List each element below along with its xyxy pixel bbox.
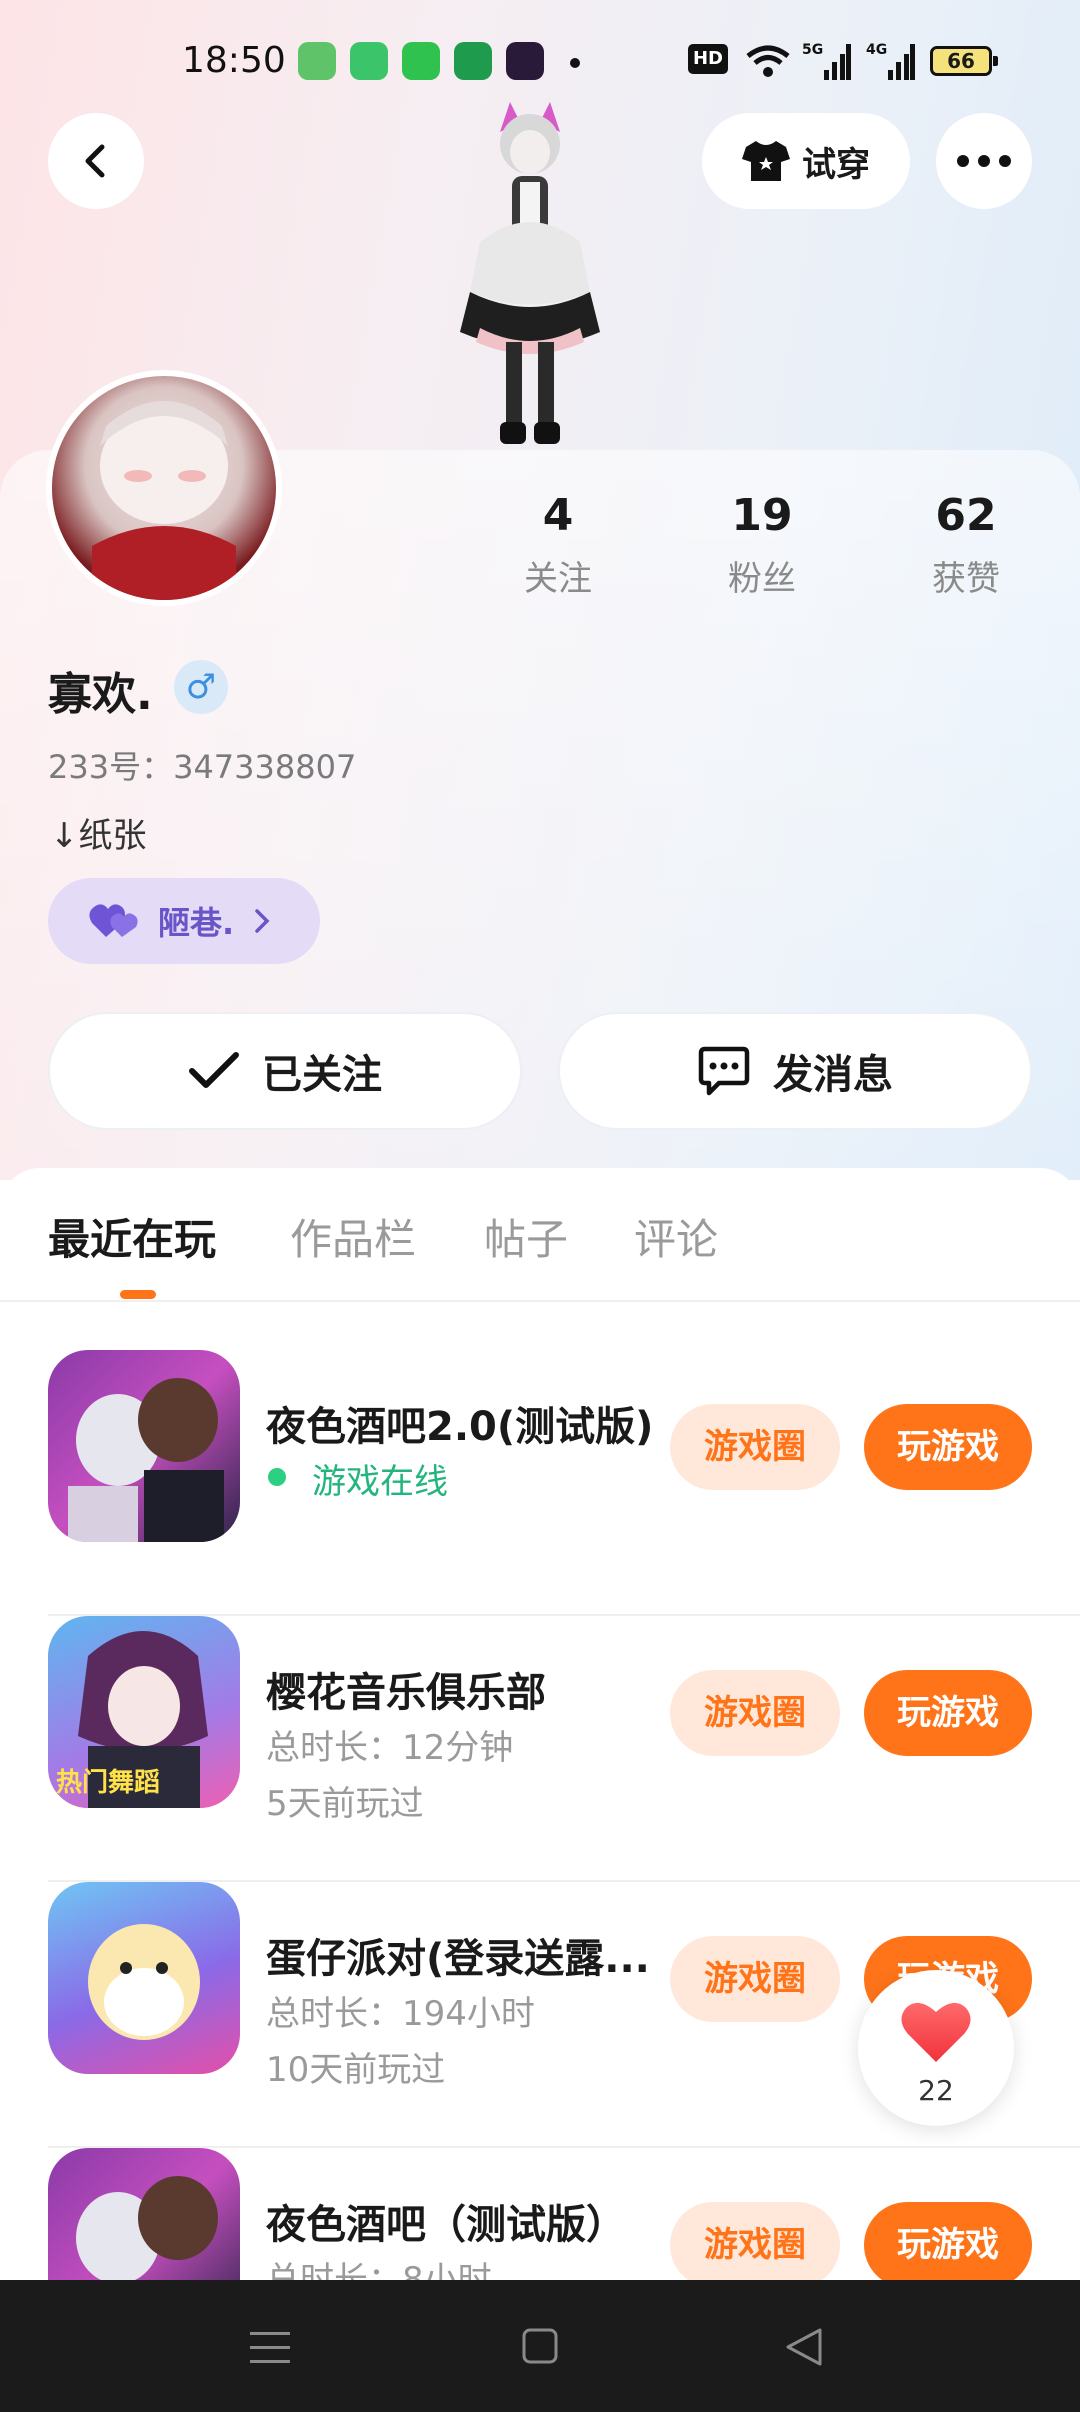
game-circle-button[interactable]: 游戏圈 bbox=[670, 1670, 840, 1756]
game-icon[interactable] bbox=[48, 1882, 240, 2074]
game-icon[interactable] bbox=[48, 1350, 240, 1542]
try-on-button[interactable]: 试穿 bbox=[702, 113, 910, 209]
avatar-illustration bbox=[92, 401, 236, 600]
followers-stat[interactable]: 19 粉丝 bbox=[682, 490, 842, 600]
profile-tabs: 最近在玩 作品栏 帖子 评论 bbox=[0, 1200, 1080, 1300]
likes-label: 获赞 bbox=[932, 559, 1000, 599]
following-stat[interactable]: 4 关注 bbox=[478, 490, 638, 600]
game-circle-button[interactable]: 游戏圈 bbox=[670, 1936, 840, 2022]
try-on-label: 试穿 bbox=[802, 144, 870, 185]
signal-5g-icon: 5G bbox=[802, 42, 851, 80]
game-last-played: 10天前玩过 bbox=[266, 2050, 446, 2090]
tab-divider bbox=[0, 1300, 1080, 1302]
double-heart-icon bbox=[89, 904, 138, 937]
tab-recently-played[interactable]: 最近在玩 bbox=[48, 1206, 216, 1267]
game-art bbox=[88, 1924, 200, 2040]
system-navigation-bar bbox=[0, 2280, 1080, 2412]
game-title: 樱花音乐俱乐部 bbox=[266, 1670, 546, 1716]
phone-app-icon bbox=[402, 42, 440, 80]
follow-label: 已关注 bbox=[262, 1052, 382, 1098]
chevron-left-icon bbox=[85, 144, 105, 178]
notification-dot-icon bbox=[570, 58, 580, 68]
status-bar: 18:50 HD 5G 4G 66 bbox=[0, 36, 1080, 88]
user-avatar[interactable] bbox=[46, 370, 282, 606]
following-count: 4 bbox=[542, 490, 574, 541]
male-gender-icon: ♂ bbox=[174, 660, 228, 714]
game-circle-button[interactable]: 游戏圈 bbox=[670, 1404, 840, 1490]
game-circle-button[interactable]: 游戏圈 bbox=[670, 2202, 840, 2288]
send-message-label: 发消息 bbox=[773, 1052, 893, 1098]
game-total-time: 总时长：194小时 bbox=[266, 1994, 535, 2034]
hd-voice-icon: HD bbox=[688, 44, 728, 74]
menu-icon[interactable] bbox=[250, 2330, 290, 2366]
likes-stat[interactable]: 62 获赞 bbox=[886, 490, 1046, 600]
play-game-button[interactable]: 玩游戏 bbox=[864, 1670, 1032, 1756]
game-list-item[interactable]: 热门舞蹈 樱花音乐俱乐部 总时长：12分钟 5天前玩过 游戏圈 玩游戏 bbox=[0, 1616, 1080, 1882]
avatar-character-figure[interactable] bbox=[440, 92, 620, 448]
followers-label: 粉丝 bbox=[728, 559, 796, 599]
following-label: 关注 bbox=[524, 559, 592, 599]
game-list-item[interactable]: 夜色酒吧2.0(测试版) 游戏在线 游戏圈 玩游戏 bbox=[0, 1350, 1080, 1616]
user-bio: ↓纸张 bbox=[50, 816, 147, 856]
tab-works[interactable]: 作品栏 bbox=[290, 1206, 416, 1267]
username: 寡欢. bbox=[48, 669, 153, 720]
user-id[interactable]: 233号：347338807 bbox=[48, 742, 356, 788]
chevron-right-icon bbox=[255, 909, 270, 933]
iqiyi-app-icon bbox=[298, 42, 336, 80]
game-last-played: 5天前玩过 bbox=[266, 1784, 424, 1824]
game-title: 蛋仔派对(登录送露... bbox=[266, 1936, 650, 1982]
back-button[interactable] bbox=[48, 113, 144, 209]
more-options-button[interactable] bbox=[936, 113, 1032, 209]
game-total-time: 总时长：12分钟 bbox=[266, 1728, 514, 1768]
chat-bubble-icon bbox=[698, 1046, 750, 1096]
signal-4g-icon: 4G bbox=[866, 42, 915, 80]
play-game-button[interactable]: 玩游戏 bbox=[864, 2202, 1032, 2288]
followers-count: 19 bbox=[731, 490, 793, 541]
tshirt-icon bbox=[742, 141, 790, 181]
wifi-icon bbox=[746, 45, 790, 77]
tab-posts[interactable]: 帖子 bbox=[484, 1206, 568, 1267]
tab-comments[interactable]: 评论 bbox=[634, 1206, 718, 1267]
signal-4g-label: 4G bbox=[866, 42, 887, 58]
like-count: 22 bbox=[918, 2074, 954, 2107]
back-nav-icon[interactable] bbox=[786, 2328, 822, 2366]
follow-button[interactable]: 已关注 bbox=[48, 1012, 522, 1130]
oppo-app-icon bbox=[454, 42, 492, 80]
hot-dance-badge: 热门舞蹈 bbox=[56, 1768, 161, 1798]
battery-icon: 66 bbox=[930, 46, 998, 76]
game-title: 夜色酒吧（测试版） bbox=[266, 2202, 626, 2248]
like-button[interactable]: 22 bbox=[858, 1970, 1014, 2126]
active-tab-indicator bbox=[120, 1290, 156, 1299]
status-time: 18:50 bbox=[182, 40, 286, 81]
play-game-button[interactable]: 玩游戏 bbox=[864, 1404, 1032, 1490]
home-icon[interactable] bbox=[522, 2328, 558, 2364]
game-icon[interactable]: 热门舞蹈 bbox=[48, 1616, 240, 1808]
send-message-button[interactable]: 发消息 bbox=[558, 1012, 1032, 1130]
game-art bbox=[68, 1378, 224, 1542]
heart-icon bbox=[901, 2002, 971, 2062]
more-dots-icon bbox=[957, 155, 1011, 167]
cp-name: 陋巷. bbox=[158, 904, 235, 942]
checkmark-icon bbox=[189, 1052, 239, 1088]
cp-relationship-pill[interactable]: 陋巷. bbox=[48, 878, 320, 964]
likes-count: 62 bbox=[935, 490, 997, 541]
video-app-icon bbox=[506, 42, 544, 80]
messages-app-icon bbox=[350, 42, 388, 80]
signal-5g-label: 5G bbox=[802, 42, 823, 58]
game-title: 夜色酒吧2.0(测试版) bbox=[266, 1404, 654, 1450]
